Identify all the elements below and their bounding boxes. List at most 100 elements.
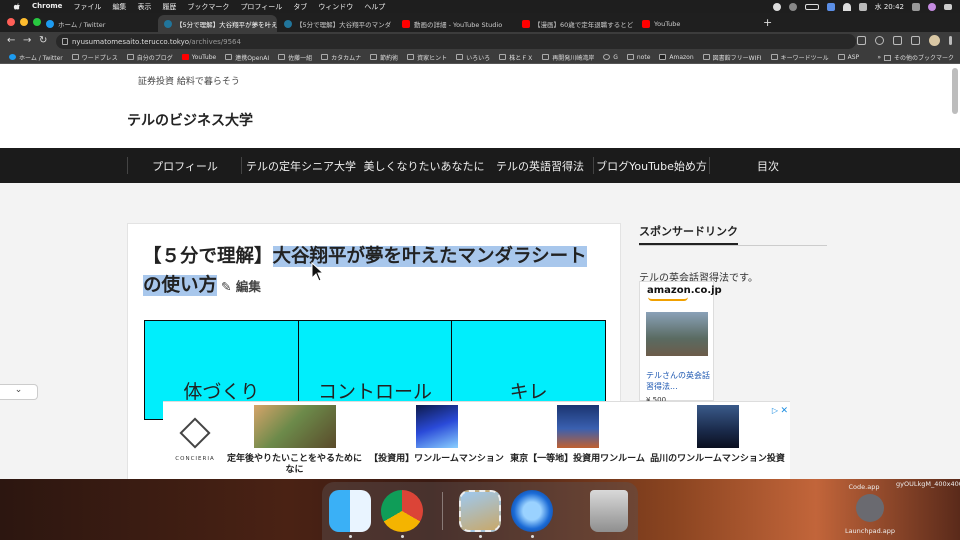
lock-icon[interactable] bbox=[62, 38, 68, 45]
bookmark-folder[interactable]: ワードプレス bbox=[71, 53, 118, 62]
bookmark-item[interactable]: G bbox=[603, 54, 618, 61]
more-menu-icon[interactable] bbox=[949, 36, 952, 45]
other-bookmarks[interactable]: » その他のブックマーク bbox=[877, 53, 954, 62]
nav-senior-university[interactable]: テルの定年シニア大学 bbox=[242, 148, 360, 183]
menu-file[interactable]: ファイル bbox=[73, 2, 101, 12]
minimize-window-icon[interactable] bbox=[20, 18, 28, 26]
bookmark-folder[interactable]: ASP bbox=[837, 54, 859, 61]
bookmark-item[interactable]: ホーム / Twitter bbox=[9, 53, 63, 62]
bookmark-folder[interactable]: 佐藤一組 bbox=[278, 53, 312, 62]
siri-icon[interactable] bbox=[928, 2, 936, 11]
bookmark-folder[interactable]: いろいろ bbox=[456, 53, 490, 62]
tab-title: ホーム / Twitter bbox=[58, 20, 106, 29]
product-link[interactable]: テルさんの英会話習得法... bbox=[646, 370, 710, 392]
finder-icon[interactable] bbox=[329, 490, 371, 532]
tab-article-2[interactable]: 【5分で理解】大谷翔平のマンダ bbox=[278, 15, 396, 32]
desktop-file[interactable]: Code.app bbox=[846, 483, 882, 491]
adchoices-icon[interactable]: ▷ bbox=[772, 406, 778, 415]
bookmark-item[interactable]: note bbox=[626, 54, 650, 61]
volume-icon[interactable] bbox=[858, 2, 867, 11]
amazon-logo: amazon.co.jp bbox=[647, 285, 722, 296]
apple-icon[interactable] bbox=[12, 2, 22, 11]
menu-bookmarks[interactable]: ブックマーク bbox=[187, 2, 229, 12]
folder-icon bbox=[702, 54, 710, 60]
bookmark-item[interactable]: YouTube bbox=[181, 54, 216, 61]
ad-brand[interactable]: CONCIERIA bbox=[169, 417, 221, 462]
menu-help[interactable]: ヘルプ bbox=[364, 2, 385, 12]
menu-edit[interactable]: 編集 bbox=[112, 2, 126, 12]
chrome-icon[interactable] bbox=[381, 490, 423, 532]
close-window-icon[interactable] bbox=[7, 18, 15, 26]
new-tab-button[interactable]: + bbox=[763, 16, 772, 29]
menu-window[interactable]: ウィンドウ bbox=[318, 2, 353, 12]
menu-profile[interactable]: プロフィール bbox=[240, 2, 282, 12]
input-method-icon[interactable] bbox=[826, 2, 835, 11]
bookmark-folder[interactable]: キーワードツール bbox=[770, 53, 829, 62]
forward-icon[interactable]: → bbox=[23, 35, 31, 46]
edit-label: 編集 bbox=[235, 279, 261, 294]
edit-link[interactable]: ✎ 編集 bbox=[221, 279, 261, 294]
side-panel-icon[interactable] bbox=[911, 36, 920, 45]
bookmark-folder[interactable]: 図書館フリーWIFI bbox=[702, 53, 762, 62]
quicktime-icon[interactable] bbox=[511, 490, 553, 532]
tab-youtube[interactable]: YouTube bbox=[636, 15, 754, 32]
tab-youtube-studio[interactable]: 動画の詳細 - YouTube Studio bbox=[396, 15, 514, 32]
address-bar[interactable]: nyusumatomesaito.terucco.tokyo/archives/… bbox=[56, 34, 856, 49]
mail-stamp-icon[interactable] bbox=[459, 490, 501, 532]
menu-history[interactable]: 履歴 bbox=[162, 2, 176, 12]
bookmark-folder[interactable]: カタカムナ bbox=[321, 53, 361, 62]
record-icon[interactable] bbox=[772, 2, 781, 11]
extensions-icon[interactable] bbox=[893, 36, 902, 45]
tab-manga-video[interactable]: 【漫画】60歳で定年退職するとど bbox=[516, 15, 634, 32]
battery-icon[interactable] bbox=[804, 3, 819, 10]
tab-article-active[interactable]: 【5分で理解】大谷翔平が夢を叶え × bbox=[158, 15, 277, 32]
title-prefix: 【５分で理解】 bbox=[143, 246, 273, 267]
toolbar-actions bbox=[857, 35, 952, 46]
collapse-ad-button[interactable]: ⌄ bbox=[0, 384, 38, 400]
nav-english[interactable]: テルの英語習得法 bbox=[487, 148, 593, 183]
profile-avatar[interactable] bbox=[929, 35, 940, 46]
nav-divider bbox=[127, 157, 128, 174]
bookmark-folder[interactable]: 自分のブログ bbox=[126, 53, 173, 62]
sync-icon[interactable] bbox=[788, 2, 797, 11]
bookmark-folder[interactable]: 株とＦＸ bbox=[499, 53, 533, 62]
book-cover-image[interactable] bbox=[646, 312, 708, 356]
desktop-file[interactable]: Launchpad.app bbox=[840, 527, 900, 535]
tab-twitter[interactable]: ホーム / Twitter bbox=[40, 15, 158, 32]
mandala-cell-label: キレ bbox=[509, 381, 548, 403]
bookmark-item[interactable]: Amazon bbox=[659, 54, 694, 61]
control-center-icon[interactable] bbox=[912, 2, 920, 11]
bookmark-folder[interactable]: 再開発川崎湾岸 bbox=[542, 53, 594, 62]
clock[interactable]: 水 20:42 bbox=[875, 2, 904, 12]
ad-thumbnail-tower bbox=[556, 405, 599, 448]
mandala-cell-label: 体づくり bbox=[183, 381, 260, 403]
scrollbar-thumb[interactable] bbox=[952, 68, 958, 114]
amazon-product-card[interactable]: amazon.co.jp テルさんの英会話習得法... ¥ 500 bbox=[639, 281, 722, 404]
nav-contents[interactable]: 目次 bbox=[710, 148, 826, 183]
back-icon[interactable]: ← bbox=[7, 35, 15, 46]
bookmark-star-icon[interactable] bbox=[875, 36, 884, 45]
launchpad-icon[interactable] bbox=[856, 494, 884, 522]
ad-item[interactable]: 【投資用】ワンルームマンション bbox=[369, 405, 504, 465]
nav-beauty[interactable]: 美しくなりたいあなたに bbox=[362, 148, 486, 183]
bookmark-folder[interactable]: 連携OpenAI bbox=[225, 53, 269, 62]
reload-icon[interactable]: ↻ bbox=[39, 35, 47, 46]
wifi-icon[interactable] bbox=[842, 2, 851, 11]
ad-item[interactable]: 東京【一等地】投資用ワンルーム bbox=[510, 405, 645, 465]
nav-profile[interactable]: プロフィール bbox=[130, 148, 240, 183]
menu-app-name[interactable]: Chrome bbox=[32, 2, 62, 12]
close-ad-icon[interactable]: ✕ bbox=[780, 406, 788, 416]
bookmark-folder[interactable]: 節約術 bbox=[370, 53, 398, 62]
site-title[interactable]: テルのビジネス大学 bbox=[127, 110, 253, 130]
share-icon[interactable] bbox=[857, 36, 866, 45]
nav-blog-youtube[interactable]: ブログYouTube始め方 bbox=[594, 148, 709, 183]
ad-item[interactable]: 定年後やりたいことをやるためになに bbox=[227, 405, 362, 476]
menu-list-icon[interactable] bbox=[944, 3, 952, 10]
ad-item[interactable]: 品川のワンルームマンション投資 bbox=[650, 405, 785, 465]
trash-icon[interactable] bbox=[590, 490, 628, 532]
menu-view[interactable]: 表示 bbox=[137, 2, 151, 12]
menu-tab[interactable]: タブ bbox=[293, 2, 307, 12]
desktop-file[interactable]: gyOULkgM_400x400.jpg bbox=[896, 480, 960, 488]
bookmark-folder[interactable]: 資家ヒント bbox=[407, 53, 447, 62]
youtube-icon bbox=[642, 19, 650, 28]
